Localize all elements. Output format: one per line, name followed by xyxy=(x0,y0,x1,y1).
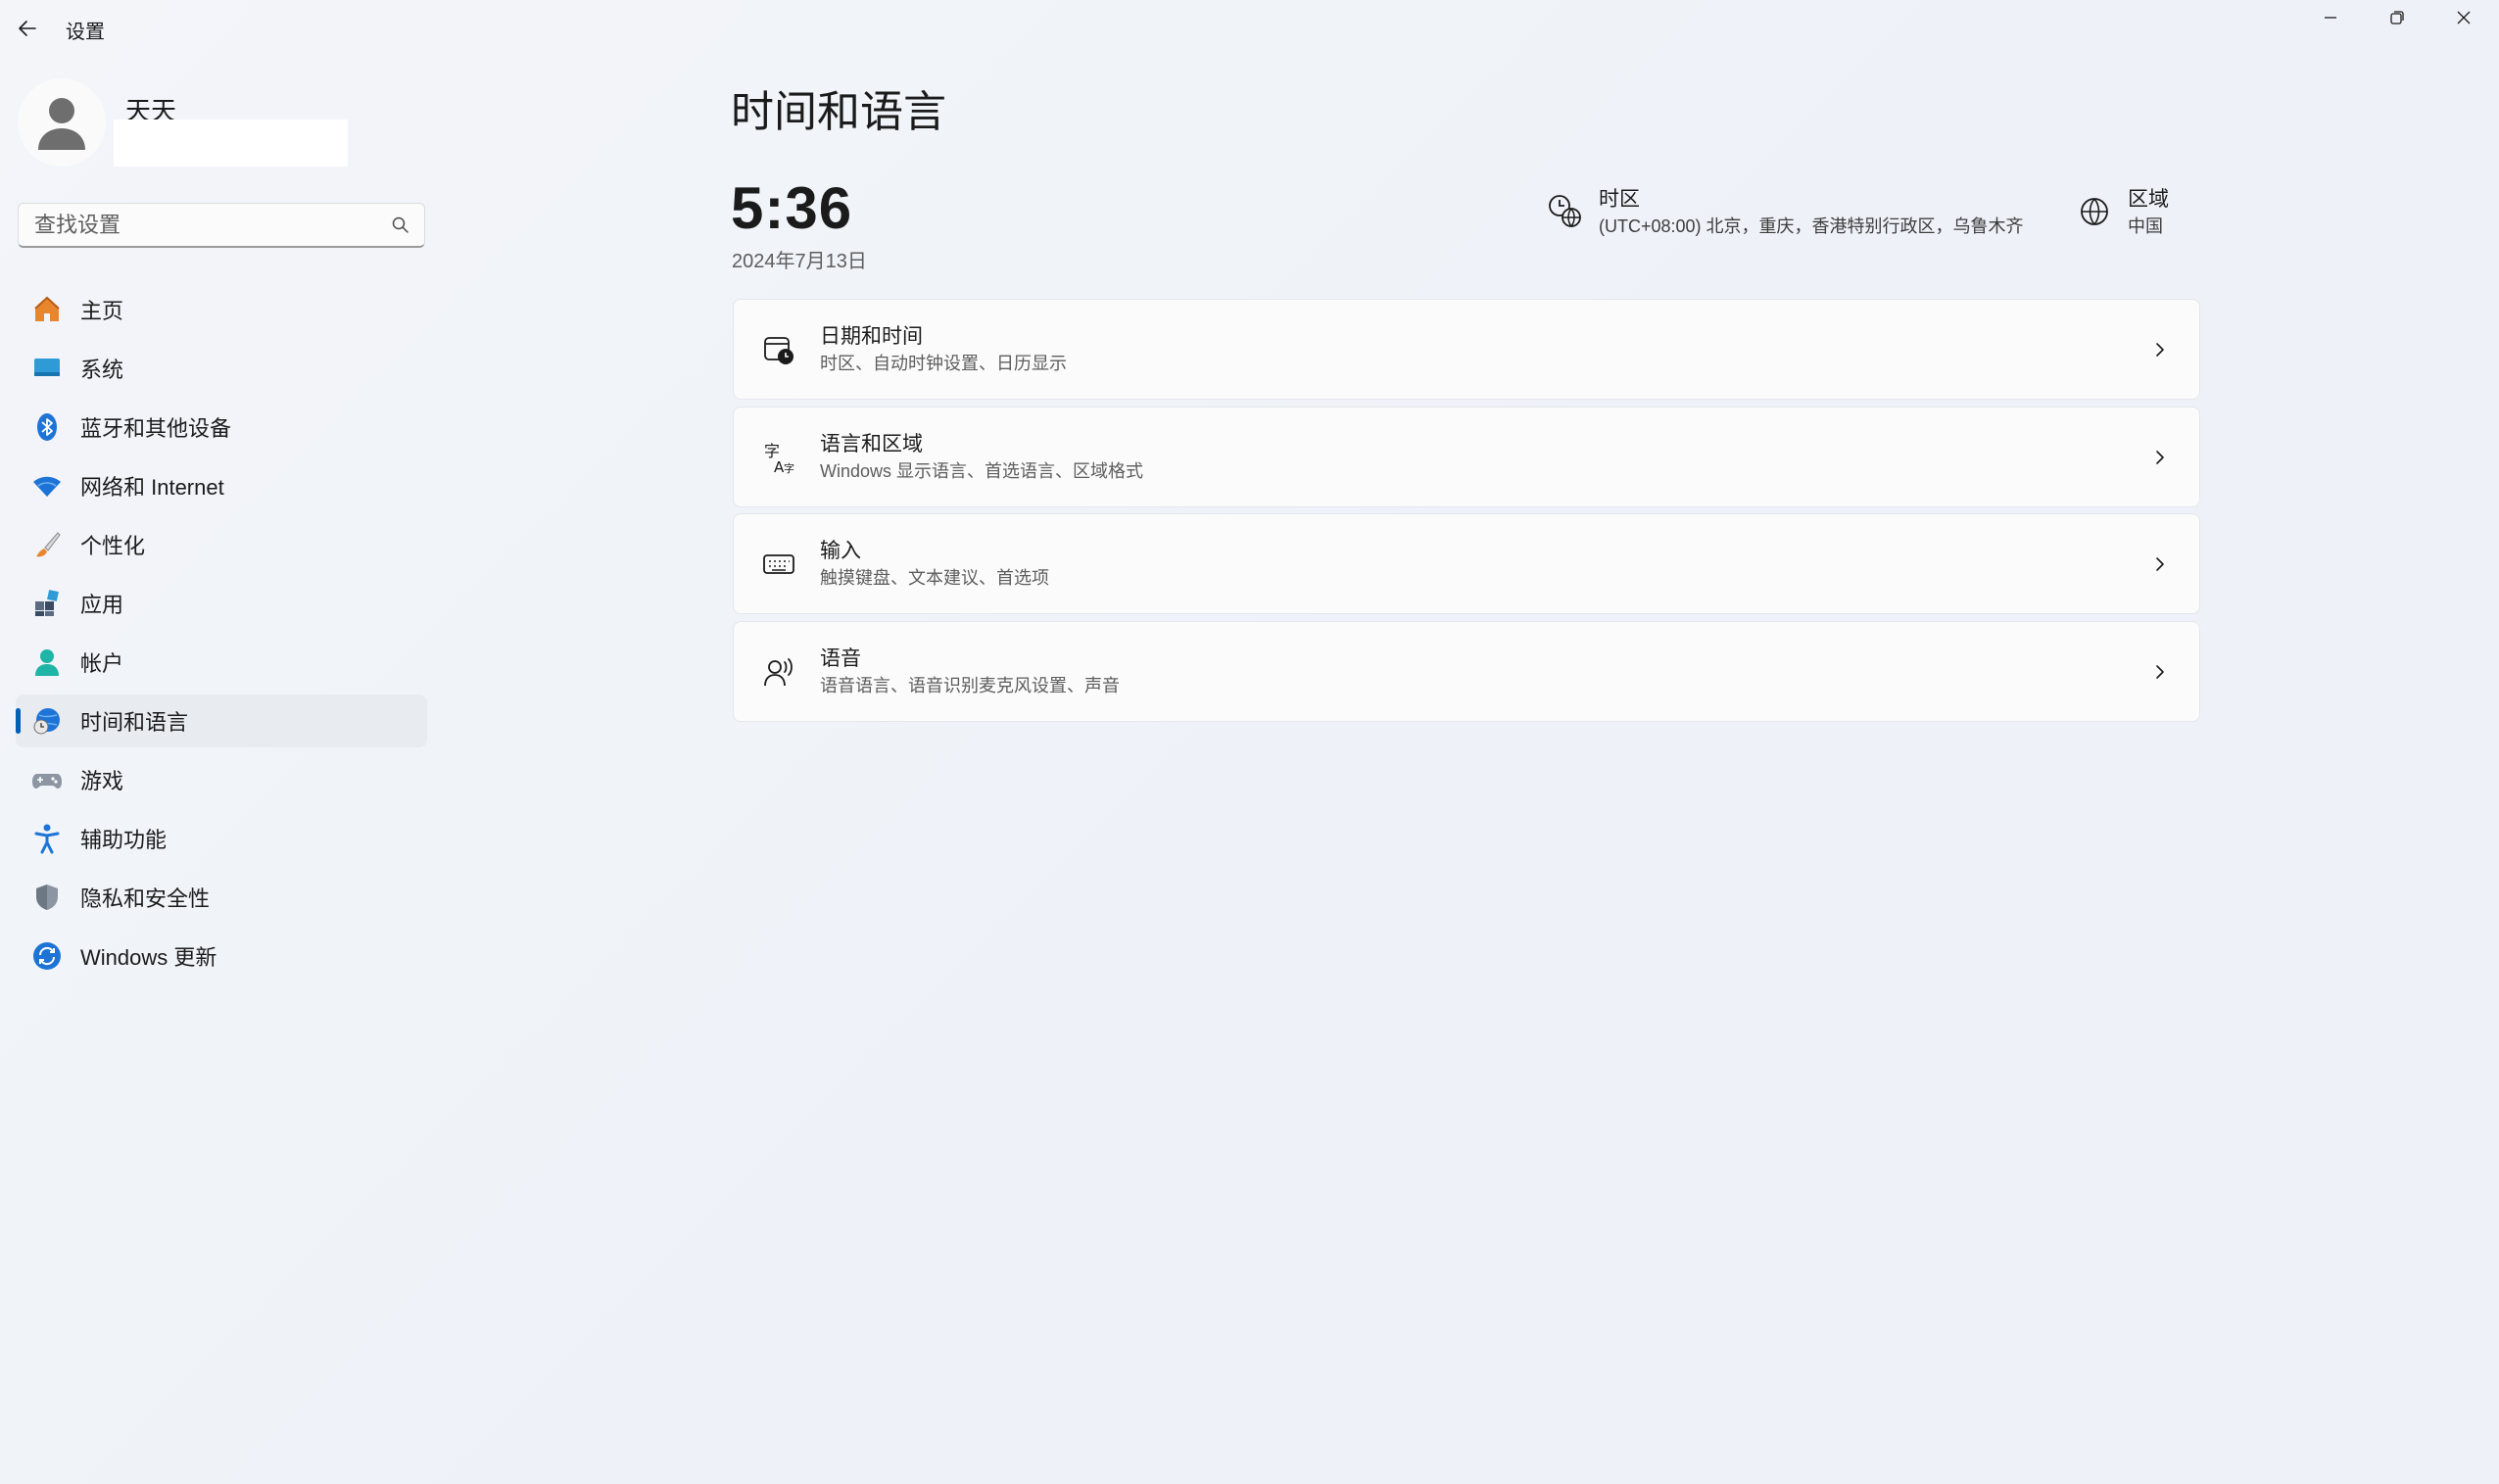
restore-icon xyxy=(2390,11,2404,24)
sidebar-item-home[interactable]: 主页 xyxy=(16,283,427,336)
sidebar-item-gaming[interactable]: 游戏 xyxy=(16,753,427,806)
minimize-button[interactable] xyxy=(2298,0,2363,35)
chevron-right-icon xyxy=(2140,330,2180,369)
chevron-right-icon xyxy=(2140,652,2180,692)
home-icon xyxy=(29,292,65,327)
speech-icon xyxy=(759,652,798,692)
sidebar-item-label: 帐户 xyxy=(80,651,124,676)
sidebar-item-label: 系统 xyxy=(80,358,124,382)
sidebar-item-label: 辅助功能 xyxy=(80,828,168,852)
card-subtitle: 语音语言、语音识别麦克风设置、声音 xyxy=(820,675,1120,695)
sidebar-item-label: Windows 更新 xyxy=(80,945,217,970)
search-icon[interactable] xyxy=(391,215,410,235)
app-title: 设置 xyxy=(66,22,105,43)
sidebar-item-label: 主页 xyxy=(80,299,124,323)
sidebar-item-windows-update[interactable]: Windows 更新 xyxy=(16,930,427,982)
selection-indicator xyxy=(16,708,21,734)
typing-card[interactable]: 输入 触摸键盘、文本建议、首选项 xyxy=(733,513,2200,614)
card-title: 输入 xyxy=(820,539,861,562)
accessibility-icon xyxy=(29,821,65,856)
card-title: 语言和区域 xyxy=(820,432,923,455)
region-value: 中国 xyxy=(2128,216,2163,236)
language-icon: 字A字 xyxy=(759,438,798,477)
card-title: 日期和时间 xyxy=(820,324,923,348)
system-icon xyxy=(29,351,65,386)
card-subtitle: Windows 显示语言、首选语言、区域格式 xyxy=(820,460,1144,481)
timezone-value: (UTC+08:00) 北京，重庆，香港特别行政区，乌鲁木齐 xyxy=(1599,216,2024,236)
page-title: 时间和语言 xyxy=(731,88,946,136)
sidebar-item-system[interactable]: 系统 xyxy=(16,342,427,395)
restore-button[interactable] xyxy=(2365,0,2429,35)
gamepad-icon xyxy=(29,762,65,797)
svg-text:字: 字 xyxy=(784,461,794,474)
user-silhouette-icon xyxy=(38,98,85,150)
region-title: 区域 xyxy=(2128,188,2169,211)
bluetooth-icon xyxy=(29,409,65,445)
sidebar-item-network[interactable]: 网络和 Internet xyxy=(16,459,427,512)
sidebar-item-label: 个性化 xyxy=(80,534,146,558)
chevron-right-icon xyxy=(2140,545,2180,584)
sidebar-item-label: 隐私和安全性 xyxy=(80,886,211,911)
sidebar-item-label: 时间和语言 xyxy=(80,710,189,735)
minimize-icon xyxy=(2325,17,2336,19)
wifi-icon xyxy=(29,468,65,503)
card-title: 语音 xyxy=(820,646,861,670)
user-name: 天天 xyxy=(125,98,177,120)
time-language-icon xyxy=(29,703,65,739)
current-time: 5:36 xyxy=(731,175,853,241)
globe-icon xyxy=(2081,198,2108,225)
close-icon xyxy=(2457,11,2471,24)
redacted-email xyxy=(114,120,348,167)
sidebar-item-label: 网络和 Internet xyxy=(80,475,224,500)
calendar-clock-icon xyxy=(759,330,798,369)
keyboard-icon xyxy=(759,545,798,584)
card-subtitle: 时区、自动时钟设置、日历显示 xyxy=(820,353,1067,373)
speech-card[interactable]: 语音 语音语言、语音识别麦克风设置、声音 xyxy=(733,621,2200,722)
sidebar-item-apps[interactable]: 应用 xyxy=(16,577,427,630)
card-subtitle: 触摸键盘、文本建议、首选项 xyxy=(820,567,1049,588)
update-icon xyxy=(29,938,65,974)
search-box[interactable] xyxy=(18,203,425,248)
sidebar-item-label: 应用 xyxy=(80,593,124,617)
sidebar-item-accessibility[interactable]: 辅助功能 xyxy=(16,812,427,865)
current-date: 2024年7月13日 xyxy=(732,251,867,272)
back-button[interactable] xyxy=(8,12,47,45)
region-info[interactable]: 区域 中国 xyxy=(2075,186,2169,239)
sidebar-item-time-language[interactable]: 时间和语言 xyxy=(16,694,427,747)
sidebar-item-label: 游戏 xyxy=(80,769,124,793)
date-time-card[interactable]: 日期和时间 时区、自动时钟设置、日历显示 xyxy=(733,299,2200,400)
sidebar-item-privacy[interactable]: 隐私和安全性 xyxy=(16,871,427,924)
account-icon xyxy=(29,645,65,680)
sidebar-item-personalization[interactable]: 个性化 xyxy=(16,518,427,571)
timezone-globe-clock-icon xyxy=(1549,195,1581,227)
sidebar-item-bluetooth[interactable]: 蓝牙和其他设备 xyxy=(16,401,427,454)
chevron-right-icon xyxy=(2140,438,2180,477)
search-input[interactable] xyxy=(32,204,369,247)
shield-icon xyxy=(29,880,65,915)
timezone-title: 时区 xyxy=(1599,188,1640,211)
apps-icon xyxy=(29,586,65,621)
brush-icon xyxy=(29,527,65,562)
avatar[interactable] xyxy=(18,78,106,167)
close-button[interactable] xyxy=(2431,0,2496,35)
language-region-card[interactable]: 字A字 语言和区域 Windows 显示语言、首选语言、区域格式 xyxy=(733,407,2200,507)
sidebar-item-accounts[interactable]: 帐户 xyxy=(16,636,427,689)
timezone-info[interactable]: 时区 (UTC+08:00) 北京，重庆，香港特别行政区，乌鲁木齐 xyxy=(1546,186,2024,239)
back-arrow-icon xyxy=(19,21,36,36)
sidebar-item-label: 蓝牙和其他设备 xyxy=(80,416,232,441)
